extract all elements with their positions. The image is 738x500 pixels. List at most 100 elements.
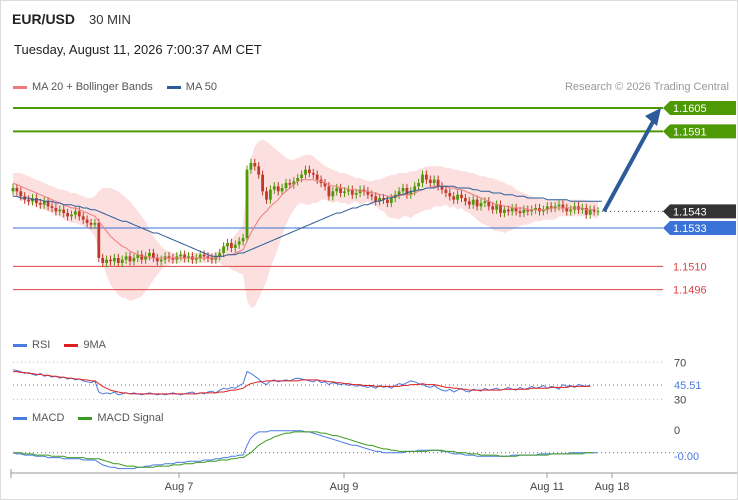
candle [417, 183, 420, 187]
candle [276, 186, 280, 192]
candle [506, 209, 510, 212]
candle [331, 191, 335, 197]
candle [93, 223, 97, 225]
candle [327, 186, 331, 197]
candle [557, 204, 561, 207]
rsi-tick-label: 70 [674, 357, 686, 369]
candle [257, 166, 261, 175]
rsi-tick-label: 30 [674, 394, 686, 406]
candle [46, 201, 50, 207]
candle [483, 201, 487, 203]
candle [35, 198, 38, 203]
candle [58, 209, 62, 212]
candle [401, 188, 405, 192]
candle [124, 256, 128, 260]
candle [464, 198, 467, 202]
candle [19, 191, 23, 197]
candle [495, 204, 498, 210]
candle [101, 258, 105, 263]
candle [304, 169, 307, 175]
candle [120, 259, 124, 263]
candle [522, 209, 526, 213]
level-label: 1.1510 [673, 261, 707, 273]
candle [97, 223, 101, 258]
candle [272, 186, 276, 190]
level-label: 1.1533 [673, 223, 707, 235]
candle [518, 211, 522, 213]
rsi-tick-label: 45.51 [674, 380, 702, 392]
candle [475, 199, 479, 207]
candle [471, 199, 475, 205]
candle [370, 194, 374, 197]
candle [397, 191, 401, 195]
candle [269, 189, 272, 200]
candle [179, 254, 183, 257]
candle [460, 194, 463, 198]
x-tick-label: Aug 11 [530, 481, 564, 493]
chart-canvas[interactable]: 1.1605 1.1591 1.1543 1.1533 1.1510 1.1496 70 45… [1, 1, 737, 499]
candle [491, 206, 495, 210]
candle [436, 179, 440, 187]
candle [440, 186, 444, 190]
candle [222, 246, 225, 253]
candle [54, 208, 58, 212]
candle [315, 174, 319, 180]
candle [27, 199, 30, 202]
candle [77, 211, 81, 217]
candle [479, 203, 483, 207]
candle [241, 238, 245, 242]
candle [308, 169, 311, 173]
macd-line [12, 430, 598, 470]
x-tick-label: Aug 7 [165, 481, 194, 493]
candle [89, 223, 93, 225]
candle [425, 174, 428, 180]
candle [113, 258, 116, 262]
candle [386, 199, 389, 203]
candle [288, 183, 292, 185]
candle [421, 174, 424, 183]
candle [339, 188, 342, 193]
candle [237, 241, 241, 245]
candle [128, 256, 132, 262]
candle [109, 259, 112, 262]
candle [249, 163, 253, 170]
candle [335, 188, 339, 192]
candle [456, 194, 459, 200]
candle [354, 193, 358, 195]
level-label: 1.1496 [673, 285, 707, 297]
candle [105, 259, 108, 263]
candle [343, 191, 346, 193]
candle [159, 259, 163, 262]
candle [230, 243, 233, 248]
candle [116, 258, 120, 263]
candle [148, 253, 151, 257]
candle [374, 196, 378, 202]
candle [265, 191, 268, 200]
candle [245, 169, 249, 238]
candle [569, 209, 573, 212]
candle [311, 173, 315, 175]
candle [70, 214, 73, 217]
candle [50, 206, 54, 208]
candle [42, 201, 46, 205]
level-label: 1.1591 [673, 126, 707, 138]
candle [444, 189, 448, 193]
candle [62, 209, 66, 213]
x-tick-label: Aug 18 [595, 481, 630, 493]
candle [253, 163, 257, 167]
candle [452, 196, 456, 200]
rsi-ma9-line [13, 371, 591, 395]
candle [428, 179, 432, 183]
candle [66, 213, 69, 217]
candle [85, 219, 89, 223]
macd-current-label: -0.00 [674, 451, 699, 463]
candle [467, 201, 471, 205]
candle [152, 253, 155, 258]
candle [300, 174, 303, 178]
x-tick-label: Aug 9 [330, 481, 359, 493]
candle [15, 188, 19, 192]
candle [11, 188, 15, 192]
candle [233, 244, 237, 248]
candle [503, 209, 506, 213]
candle [588, 209, 592, 215]
